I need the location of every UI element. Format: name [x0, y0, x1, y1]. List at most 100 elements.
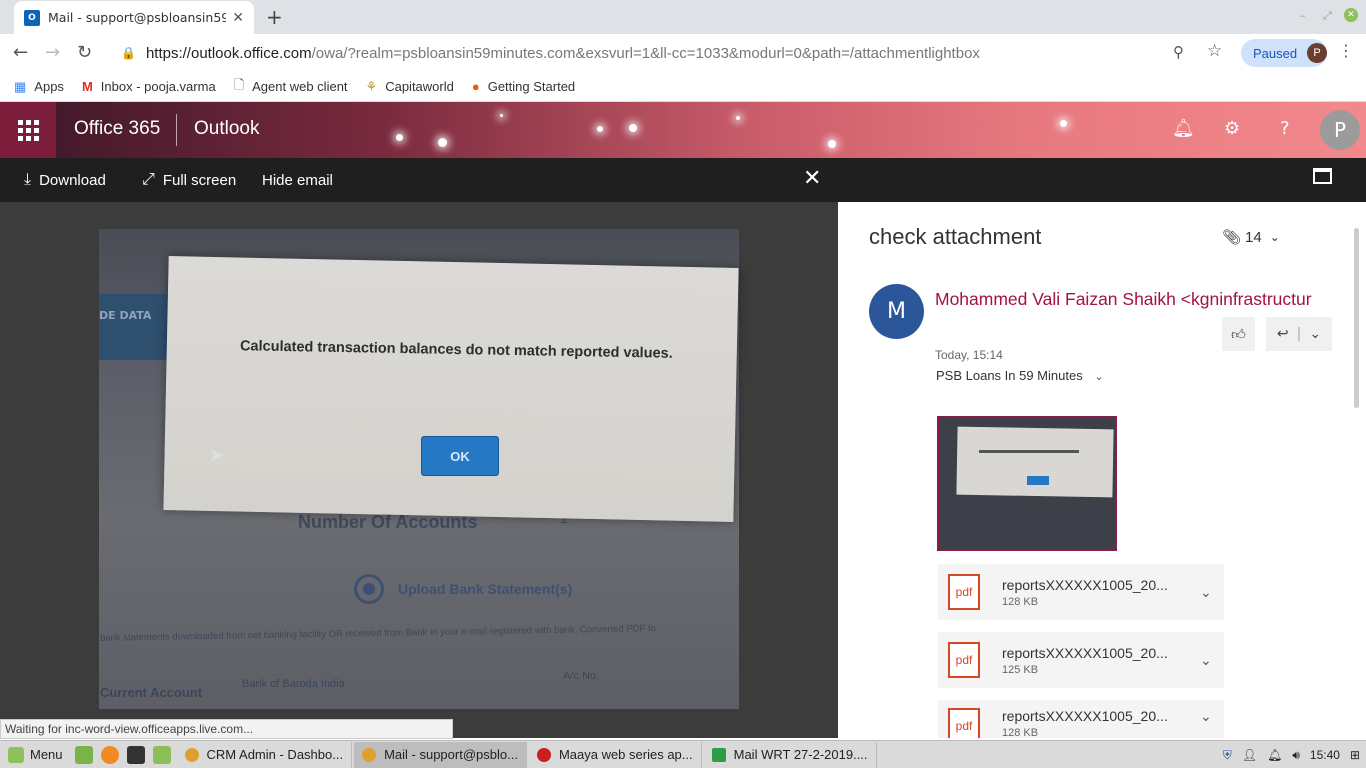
paused-label: Paused [1253, 45, 1298, 61]
browser-status-bubble: Waiting for inc-word-view.officeapps.liv… [0, 719, 453, 739]
terminal-launcher-icon[interactable] [126, 745, 145, 764]
profile-avatar: P [1307, 43, 1327, 63]
help-icon[interactable]: ? [1280, 118, 1290, 139]
close-viewer-icon[interactable]: ✕ [803, 166, 821, 191]
attachment-options-chevron-icon[interactable]: ⌄ [1200, 652, 1224, 669]
show-desktop-icon[interactable] [74, 745, 93, 764]
attachment-options-chevron-icon[interactable]: ⌄ [1200, 708, 1224, 725]
attachment-item[interactable]: pdf reportsXXXXXX1005_20... 125 KB ⌄ [938, 632, 1224, 688]
download-button[interactable]: ⤓ Download [24, 158, 106, 202]
full-screen-button[interactable]: ⤢ Full screen [142, 158, 236, 202]
email-subject: check attachment [869, 224, 1042, 249]
app-name[interactable]: Outlook [194, 118, 259, 140]
settings-gear-icon[interactable]: ⚙ [1224, 118, 1240, 139]
browser-menu-icon[interactable]: ⋮ [1338, 41, 1354, 60]
notification-bell-icon[interactable]: 🔔︎ [1267, 748, 1282, 762]
like-button[interactable]: 👍︎ [1222, 317, 1255, 351]
thumbs-up-icon: 👍︎ [1231, 326, 1246, 343]
apps-grid-icon: ▦ [14, 78, 27, 94]
page-icon: 🗋 [233, 76, 245, 92]
forward-arrow-icon[interactable]: → [45, 42, 60, 63]
recipient[interactable]: PSB Loans In 59 Minutes ⌄ [936, 368, 1104, 383]
pop-out-icon[interactable] [1313, 168, 1332, 184]
url-host: https://outlook.office.com [145, 44, 312, 62]
hide-email-button[interactable]: Hide email [262, 158, 333, 202]
attachment-size: 125 KB [1002, 663, 1039, 676]
maximize-window-icon[interactable]: ⤢ [1323, 9, 1332, 23]
volume-icon[interactable]: 🔊︎ [1292, 748, 1300, 763]
reply-options-chevron-icon[interactable]: ⌄ [1309, 326, 1321, 342]
back-arrow-icon[interactable]: ← [13, 42, 28, 63]
minimize-window-icon[interactable]: – [1300, 9, 1306, 22]
mouse-cursor-icon: ➤ [209, 445, 225, 466]
gmail-icon: M [81, 79, 93, 94]
zoom-icon[interactable]: ⚲ [1173, 43, 1184, 61]
bookmark-star-icon[interactable]: ☆ [1207, 41, 1222, 61]
attachment-options-chevron-icon[interactable]: ⌄ [1200, 584, 1224, 601]
spreadsheet-icon [711, 747, 726, 762]
bookmark-agent-web-client[interactable]: 🗋 Agent web client [234, 76, 348, 98]
pdf-file-icon: pdf [948, 708, 980, 738]
expand-recipients-icon[interactable]: ⌄ [1094, 371, 1103, 383]
reply-all-button[interactable]: ↩ | ⌄ [1266, 317, 1332, 351]
bg-account-number-label: A/c No. [563, 670, 600, 682]
tab-title: Mail - support@psbloansin59m [48, 10, 227, 25]
taskbar-item-mail[interactable]: Mail - support@psblo... [354, 741, 527, 768]
attachment-name: reportsXXXXXX1005_20... [1002, 708, 1168, 724]
clock[interactable]: 15:40 [1310, 748, 1340, 762]
attachment-name: reportsXXXXXX1005_20... [1002, 576, 1168, 593]
bg-current-account: Current Account [100, 685, 203, 700]
bookmark-inbox[interactable]: M Inbox - pooja.varma [82, 79, 216, 94]
bg-upload-option: Upload Bank Statement(s) [354, 574, 572, 604]
start-menu-button[interactable]: Menu [0, 741, 71, 769]
opera-icon [536, 747, 551, 762]
photographed-error-dialog [163, 256, 739, 522]
capitaworld-icon: ⚘ [365, 78, 378, 94]
tab-close-icon[interactable]: ✕ [232, 10, 244, 26]
lock-icon: 🔒 [121, 46, 136, 60]
new-tab-icon[interactable]: + [266, 5, 283, 29]
shield-icon[interactable]: ⛨ [1223, 748, 1232, 763]
taskbar-item-mail-wrt[interactable]: Mail WRT 27-2-2019.... [704, 741, 877, 768]
bookmarks-bar: ▦ Apps M Inbox - pooja.varma 🗋 Agent web cl… [0, 72, 1366, 102]
user-avatar[interactable]: P [1320, 110, 1360, 150]
office-brand[interactable]: Office 365 [74, 118, 160, 140]
attachment-size: 128 KB [1002, 595, 1039, 608]
address-bar[interactable]: 🔒 https://outlook.office.com/owa/?realm=… [111, 38, 1231, 68]
reload-icon[interactable]: ↻ [77, 42, 92, 63]
sender-name[interactable]: Mohammed Vali Faizan Shaikh <kgninfrastr… [935, 289, 1332, 310]
paperclip-icon: 📎︎ [1222, 229, 1242, 246]
attachment-thumbnail[interactable] [937, 416, 1117, 551]
notifications-bell-icon[interactable]: 🔔︎ [1172, 118, 1195, 139]
attachment-item[interactable]: pdf reportsXXXXXX1005_20... 128 KB ⌄ [938, 564, 1224, 620]
system-tray: ⛨ 👤︎ 🔔︎ 🔊︎ 15:40 ⊞ [1223, 741, 1360, 769]
attachment-size: 128 KB [1002, 727, 1039, 738]
firefox-icon: ● [471, 79, 480, 94]
profile-paused-button[interactable]: Paused P [1241, 39, 1327, 67]
app-launcher-waffle-icon[interactable] [0, 102, 56, 158]
expand-icon: ⤢ [142, 171, 155, 188]
chevron-down-icon: ⌄ [1269, 230, 1280, 244]
bookmark-getting-started[interactable]: ● Getting Started [472, 79, 575, 94]
pdf-file-icon: pdf [948, 574, 980, 610]
chrome-icon [184, 747, 199, 762]
download-icon: ⤓ [24, 171, 32, 188]
files-launcher-icon[interactable] [152, 745, 171, 764]
taskbar-item-maaya[interactable]: Maaya web series ap... [529, 741, 702, 768]
users-icon[interactable]: 👤︎ [1242, 748, 1257, 762]
outlook-favicon-icon: O [24, 9, 40, 26]
dialog-ok-button: OK [421, 436, 499, 476]
taskbar-item-crm-admin[interactable]: CRM Admin - Dashbo... [177, 741, 353, 768]
bookmark-capitaworld[interactable]: ⚘ Capitaworld [366, 79, 454, 95]
attachment-count-toggle[interactable]: 📎︎ 14 ⌄ [1222, 228, 1280, 247]
tray-menu-icon[interactable]: ⊞ [1350, 748, 1360, 762]
reply-all-icon: ↩ [1276, 326, 1289, 342]
reading-pane-scrollbar[interactable] [1354, 228, 1359, 408]
attachment-item[interactable]: pdf reportsXXXXXX1005_20... 128 KB ⌄ [938, 700, 1224, 738]
close-window-icon[interactable]: ✕ [1344, 8, 1358, 22]
sender-avatar: M [869, 284, 924, 339]
bookmark-apps[interactable]: ▦ Apps [14, 79, 64, 95]
url-path: /owa/?realm=psbloansin59minutes.com&exsv… [311, 44, 980, 62]
firefox-launcher-icon[interactable] [100, 745, 119, 764]
browser-tab[interactable]: O Mail - support@psbloansin59m ✕ [14, 1, 254, 34]
